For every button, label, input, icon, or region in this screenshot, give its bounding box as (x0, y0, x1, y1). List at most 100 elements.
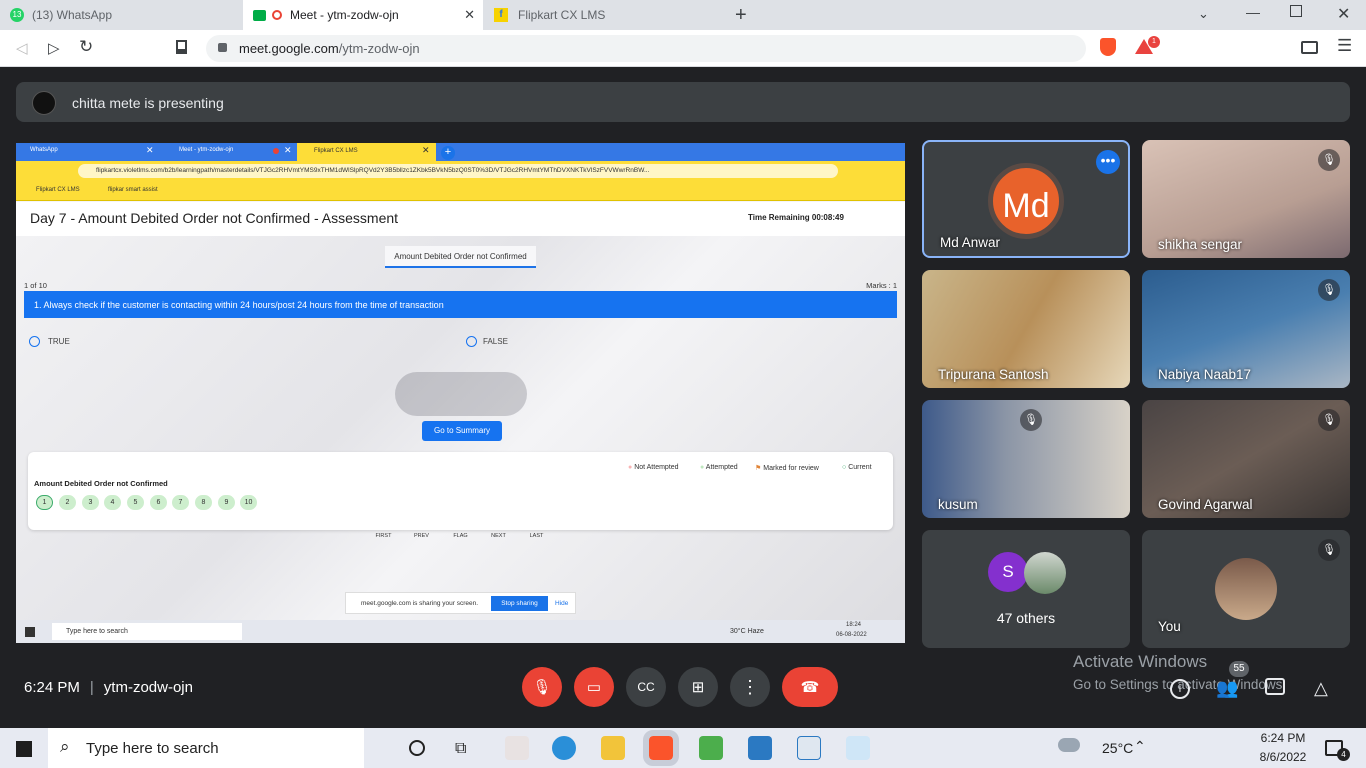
shared-time: 18:24 (846, 622, 862, 628)
back-icon[interactable]: ◁ (16, 39, 28, 57)
meet-icon (253, 9, 266, 21)
new-tab-icon[interactable]: + (735, 4, 747, 27)
edge-icon[interactable] (552, 736, 576, 760)
shared-tab-meet: Meet - ytm-zodw-ojn (179, 147, 234, 153)
bookmark-icon[interactable] (176, 40, 187, 54)
taskbar-app-icon[interactable] (505, 736, 529, 760)
question-number: 9 (218, 495, 235, 510)
shared-address-bar: flipkartcx.violetlms.com/b2b/learningpat… (16, 161, 905, 182)
mic-off-icon: 🎙 (1318, 409, 1340, 431)
forward-icon[interactable]: ▷ (48, 39, 60, 57)
taskbar-search[interactable]: ⌕ Type here to search (48, 728, 364, 768)
notifications-badge: 4 (1337, 748, 1350, 761)
tab-search-icon[interactable]: ⌄ (1198, 6, 1209, 22)
others-tile[interactable]: S 47 others (922, 530, 1130, 648)
legend-not-attempted: ● Not Attempted (628, 464, 679, 471)
taskbar-temperature: 25°C (1102, 740, 1134, 756)
info-icon[interactable]: i (1170, 679, 1190, 699)
tab-label: (13) WhatsApp (32, 8, 113, 22)
participant-name: Govind Agarwal (1158, 497, 1253, 512)
lock-icon (218, 43, 227, 52)
camera-toggle-button[interactable]: ▭ (574, 667, 614, 707)
address-bar[interactable]: meet.google.com/ytm-zodw-ojn (206, 35, 1086, 62)
avatar: Md (988, 163, 1064, 239)
present-button[interactable]: ⊞ (678, 667, 718, 707)
stop-sharing-button: Stop sharing (491, 596, 548, 611)
tab-meet[interactable]: Meet - ytm-zodw-ojn ✕ (243, 0, 483, 30)
captions-button[interactable]: CC (626, 667, 666, 707)
participant-tile[interactable]: 🎙 shikha sengar (1142, 140, 1350, 258)
nav-label: FLAG (453, 533, 468, 539)
activities-icon[interactable]: △ (1314, 678, 1328, 699)
tab-whatsapp[interactable]: 13 (13) WhatsApp (0, 0, 242, 30)
close-window-icon[interactable]: ✕ (1337, 4, 1350, 24)
nav-label: NEXT (491, 533, 506, 539)
page-title: Day 7 - Amount Debited Order not Confirm… (30, 210, 399, 226)
shared-search: Type here to search (52, 623, 242, 640)
presenting-text: chitta mete is presenting (72, 95, 224, 111)
search-icon: ⌕ (60, 737, 70, 756)
shared-screen: WhatsApp ✕ Meet - ytm-zodw-ojn ✕ Flipkar… (16, 143, 905, 643)
option-true: TRUE (48, 337, 70, 346)
summary-title: Amount Debited Order not Confirmed (34, 479, 168, 488)
tab-flipkart[interactable]: f Flipkart CX LMS (484, 0, 720, 30)
nav-label: PREV (414, 533, 429, 539)
avatar (1024, 552, 1066, 594)
nav-label: LAST (529, 533, 544, 539)
participant-name: You (1158, 619, 1181, 634)
section-tab: Amount Debited Order not Confirmed (385, 246, 536, 268)
legend-marked: ⚑ Marked for review (755, 465, 819, 472)
legend-attempted: ● Attempted (700, 464, 738, 471)
option-false: FALSE (483, 337, 508, 346)
participant-tile[interactable]: Md ••• Md Anwar (922, 140, 1130, 258)
shared-taskbar: Type here to search 30°C Haze 18:24 06-0… (16, 620, 905, 643)
leave-call-button[interactable]: ☎ (782, 667, 838, 707)
minimize-icon[interactable]: — (1246, 4, 1260, 20)
taskbar-app-icon[interactable] (846, 736, 870, 760)
participant-name: shikha sengar (1158, 237, 1243, 252)
participant-tile[interactable]: 🎙 Nabiya Naab17 (1142, 270, 1350, 388)
question-number: 6 (150, 495, 167, 510)
question-index: 1 of 10 (24, 281, 47, 290)
hide-button: Hide (555, 600, 569, 607)
photos-icon[interactable] (748, 736, 772, 760)
wallet-icon[interactable] (1301, 41, 1318, 54)
chevron-up-icon[interactable]: ⌃ (1134, 738, 1146, 755)
participant-tile[interactable]: 🎙 Govind Agarwal (1142, 400, 1350, 518)
marks: Marks : 1 (866, 281, 897, 290)
reload-icon[interactable]: ↻ (79, 37, 93, 57)
taskbar-app-icon[interactable] (699, 736, 723, 760)
taskbar-app-icon[interactable] (797, 736, 821, 760)
people-icon[interactable]: 👥 (1216, 678, 1238, 699)
file-explorer-icon[interactable] (601, 736, 625, 760)
participant-tile[interactable]: Tripurana Santosh (922, 270, 1130, 388)
url-domain: meet.google.com (239, 41, 339, 56)
brave-shield-icon[interactable] (1100, 38, 1116, 56)
time-remaining: Time Remaining 00:08:49 (748, 213, 844, 222)
cortana-icon[interactable] (409, 740, 425, 756)
meet-overlay-controls (395, 372, 527, 416)
people-count-badge: 55 (1229, 661, 1249, 677)
participant-tile[interactable]: 🎙 kusum (922, 400, 1130, 518)
mic-toggle-button[interactable]: 🎙 (522, 667, 562, 707)
more-options-button[interactable]: ⋮ (730, 667, 770, 707)
bookmark-item: Flipkart CX LMS (36, 187, 80, 193)
menu-icon[interactable]: ☰ (1337, 36, 1352, 56)
task-view-icon[interactable]: ⧉ (455, 740, 466, 758)
radio-true (29, 336, 40, 347)
close-tab-icon[interactable]: ✕ (464, 7, 475, 23)
chat-icon[interactable] (1265, 678, 1285, 695)
more-options-icon[interactable]: ••• (1096, 150, 1120, 174)
self-tile[interactable]: 🎙 You (1142, 530, 1350, 648)
others-count: 47 others (996, 610, 1056, 626)
radio-false (466, 336, 477, 347)
url-path: /ytm-zodw-ojn (338, 41, 420, 56)
restore-icon[interactable] (1290, 5, 1302, 17)
windows-start-icon[interactable] (16, 741, 32, 757)
brave-icon[interactable] (643, 730, 679, 766)
shared-weather: 30°C Haze (730, 628, 764, 635)
taskbar-time: 6:24 PM (1260, 731, 1306, 745)
avatar: S (988, 552, 1028, 592)
activate-windows-title: Activate Windows (1073, 652, 1208, 671)
question-number: 1 (36, 495, 53, 510)
